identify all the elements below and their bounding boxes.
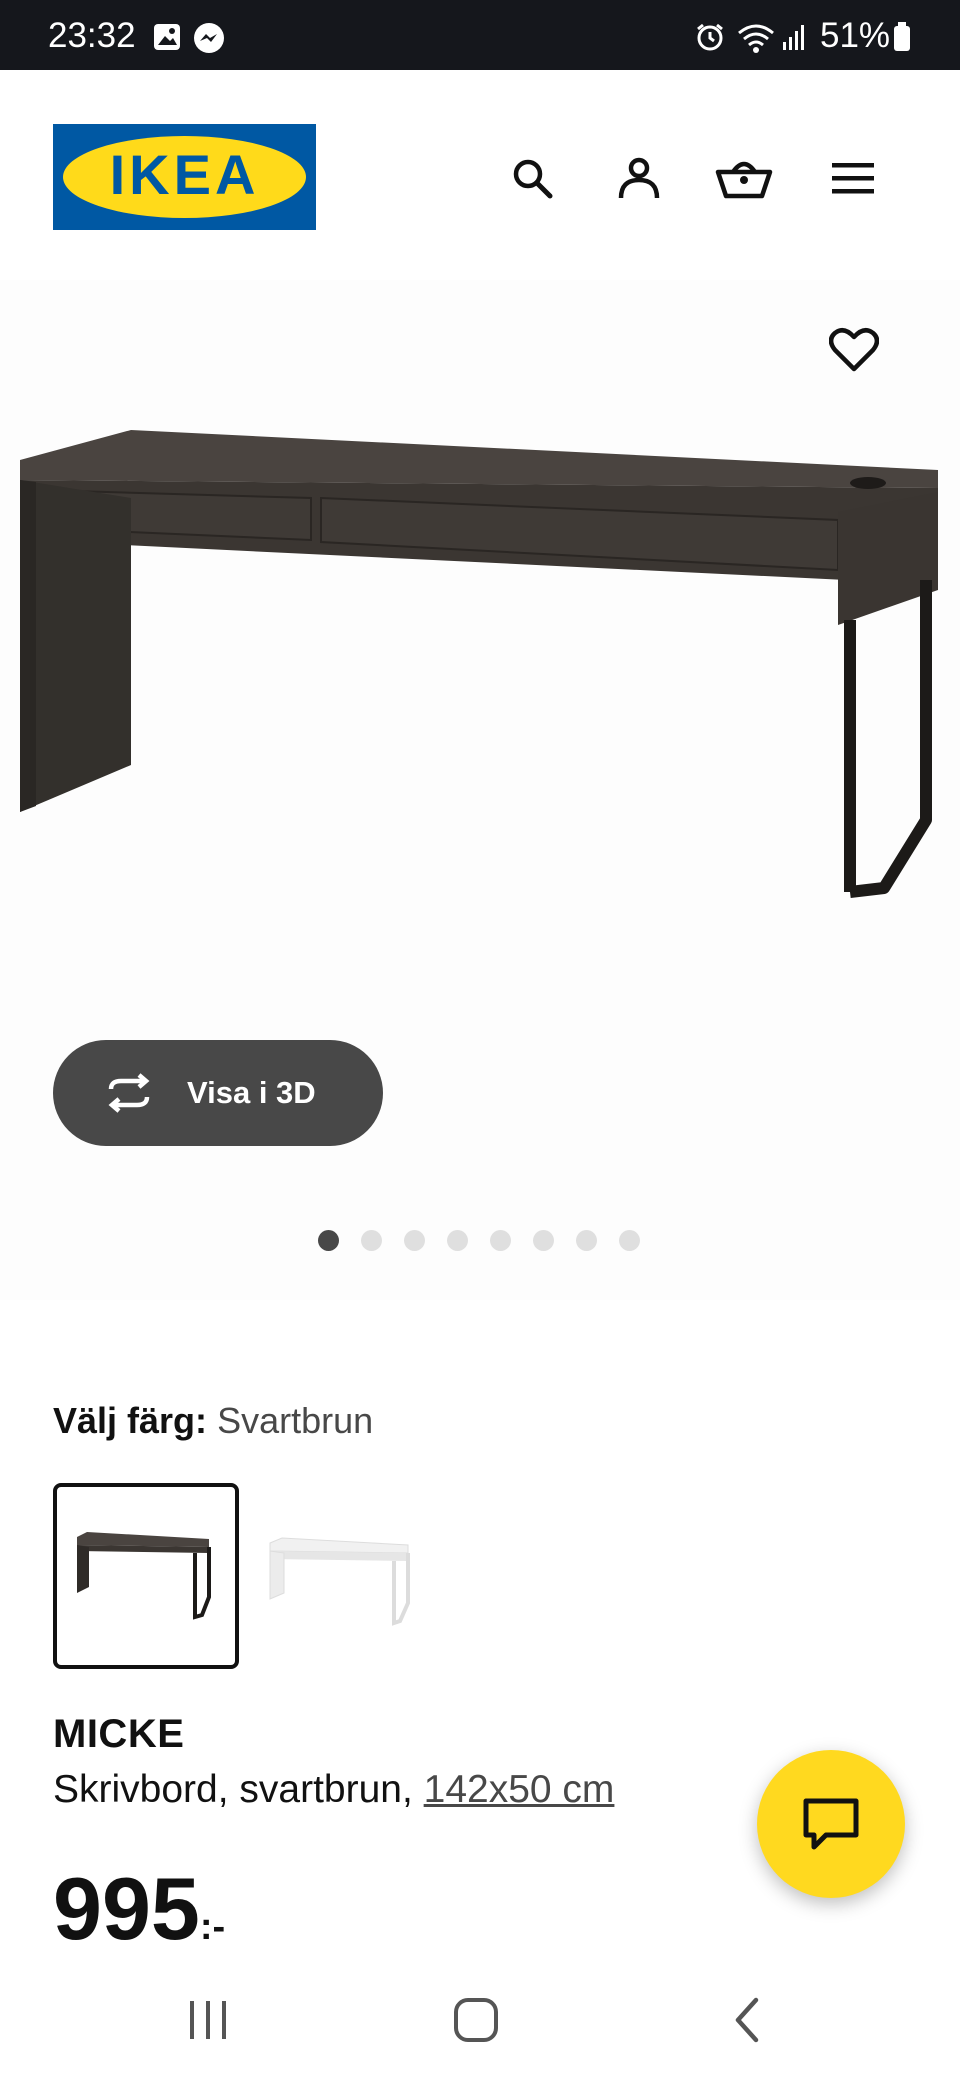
product-description-text: Skrivbord, svartbrun, [53, 1768, 424, 1811]
basket-icon [715, 161, 773, 199]
home-icon [454, 1998, 498, 2042]
recent-apps-icon [190, 2001, 226, 2039]
battery-icon [893, 22, 911, 57]
search-button[interactable] [502, 148, 562, 208]
product-price: 995:- [53, 1858, 225, 1960]
messenger-icon [193, 22, 225, 59]
signal-icon [781, 22, 807, 57]
product-gallery[interactable]: Visa i 3D [0, 280, 960, 1300]
gallery-dot[interactable] [533, 1230, 554, 1251]
favorite-button[interactable] [824, 320, 884, 380]
product-name: MICKE [53, 1712, 185, 1756]
account-icon [618, 157, 660, 199]
gallery-dot[interactable] [318, 1230, 339, 1251]
product-image-desk [20, 430, 938, 898]
back-icon [735, 1997, 759, 2043]
view-3d-button[interactable]: Visa i 3D [53, 1040, 383, 1146]
menu-button[interactable] [823, 148, 883, 208]
logo-text: IKEA [109, 143, 260, 206]
system-nav-bar [0, 1960, 960, 2080]
view-3d-label: Visa i 3D [187, 1075, 316, 1110]
gallery-dot[interactable] [404, 1230, 425, 1251]
basket-button[interactable] [714, 148, 774, 208]
color-label: Välj färg: [53, 1400, 208, 1441]
account-button[interactable] [609, 148, 669, 208]
chat-button[interactable] [757, 1750, 905, 1898]
product-description: Skrivbord, svartbrun, 142x50 cm [53, 1768, 614, 1812]
price-amount: 995 [53, 1859, 200, 1958]
gallery-dot[interactable] [619, 1230, 640, 1251]
gallery-icon [152, 22, 182, 57]
gallery-dot[interactable] [576, 1230, 597, 1251]
color-selector-label: Välj färg: Svartbrun [53, 1400, 373, 1442]
gallery-dot[interactable] [490, 1230, 511, 1251]
back-button[interactable] [707, 1988, 787, 2052]
chat-icon [803, 1798, 859, 1850]
rotate-3d-icon [101, 1064, 159, 1122]
battery-percent: 51% [820, 16, 891, 55]
home-button[interactable] [436, 1988, 516, 2052]
color-value: Svartbrun [217, 1400, 374, 1441]
status-time: 23:32 [48, 16, 136, 55]
alarm-icon [695, 22, 725, 57]
heart-icon [829, 328, 879, 372]
status-bar: 23:32 51% [0, 0, 960, 70]
menu-icon [832, 163, 874, 194]
ikea-logo[interactable]: IKEA [53, 124, 316, 230]
color-swatch-svartbrun[interactable] [53, 1483, 239, 1669]
price-suffix: :- [199, 1906, 226, 1948]
gallery-dot[interactable] [361, 1230, 382, 1251]
color-swatch-vit[interactable] [240, 1483, 426, 1669]
recent-apps-button[interactable] [168, 1988, 248, 2052]
search-icon [513, 159, 553, 199]
product-size-link[interactable]: 142x50 cm [424, 1768, 615, 1811]
gallery-dot[interactable] [447, 1230, 468, 1251]
site-header: IKEA [0, 70, 960, 280]
gallery-pagination [318, 1230, 640, 1251]
wifi-icon [736, 22, 776, 59]
